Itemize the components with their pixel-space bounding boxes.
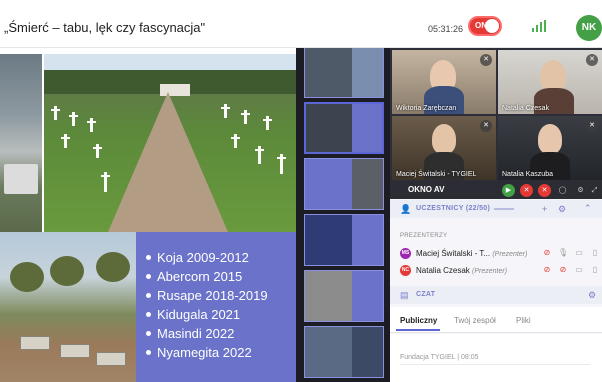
record-toggle[interactable]: ON: [468, 16, 502, 36]
list-item: Rusape 2018-2019: [146, 286, 296, 305]
slide-thumbnails: [296, 48, 390, 382]
collapse-icon[interactable]: ⌃: [584, 203, 592, 214]
tab-team[interactable]: Twój zespół: [454, 316, 496, 325]
session-timer: 05:31:26: [428, 24, 464, 34]
mic-muted-icon: ✕: [480, 54, 492, 66]
av-window-label: OKNO AV: [408, 185, 445, 194]
presenter-row[interactable]: MS Maciej Świtalski - T... (Prezenter) ⊘…: [398, 247, 602, 261]
participants-progress-bar: [494, 208, 514, 210]
user-avatar[interactable]: NK: [576, 15, 602, 41]
video-icon[interactable]: ▭: [574, 265, 584, 275]
video-tile[interactable]: ✕ Maciej Świtalski - TYGIEL: [392, 116, 496, 180]
chat-label: CZAT: [416, 291, 436, 298]
presenter-avatar: MS: [400, 248, 411, 259]
settings-icon[interactable]: ⚙: [574, 184, 587, 197]
slide-photo-graves: [0, 232, 136, 382]
chat-icon: ▤: [400, 290, 409, 300]
connection-signal-icon: [532, 20, 546, 32]
presenter-row[interactable]: NC Natalia Czesak (Prezenter) ⊘ ⊘ ▭ ▯: [398, 264, 602, 278]
add-user-icon[interactable]: +: [542, 204, 547, 214]
video-tile[interactable]: ✕ Natalia Kaszuba: [498, 116, 602, 180]
participants-header[interactable]: 👤 UCZESTNICY (22/50) + ⚙ ⌃: [390, 200, 602, 218]
chat-message-meta: Fundacja TYGIEL | 08:05: [400, 354, 479, 361]
mic-off-icon[interactable]: ⊘: [558, 265, 568, 275]
slide-photo-cemetery: [44, 54, 296, 232]
presentation-slide: Koja 2009-2012 Abercorn 2015 Rusape 2018…: [0, 48, 296, 382]
mic-icon[interactable]: 🎙: [558, 248, 568, 258]
list-item: Abercorn 2015: [146, 267, 296, 286]
slide-thumbnail[interactable]: [304, 158, 384, 210]
mic-muted-icon: ✕: [480, 120, 492, 132]
video-tile-name: Natalia Kaszuba: [502, 171, 553, 178]
mic-off-icon[interactable]: ✕: [520, 184, 533, 197]
active-tab-indicator: [396, 329, 440, 331]
presenters-label: PREZENTERZY: [400, 233, 448, 239]
list-item: Nyamegita 2022: [146, 343, 296, 362]
slide-thumbnail[interactable]: [304, 214, 384, 266]
video-tile-name: Natalia Czesak: [502, 105, 550, 112]
divider: [400, 364, 590, 365]
chat-bubble-icon[interactable]: ◯: [556, 184, 569, 197]
slide-thumbnail[interactable]: [304, 270, 384, 322]
webinar-app: „Śmierć – tabu, lęk czy fascynacja" 05:3…: [0, 0, 602, 382]
presenter-name: Natalia Czesak (Prezenter): [416, 266, 508, 275]
slide-thumbnail[interactable]: [304, 48, 384, 98]
mic-muted-icon: ✕: [586, 120, 598, 132]
camera-icon[interactable]: ▶: [502, 184, 515, 197]
settings-icon[interactable]: ⚙: [588, 290, 596, 301]
tab-files[interactable]: Pliki: [516, 316, 531, 325]
video-icon[interactable]: ▭: [574, 248, 584, 258]
video-tile-name: Wiktoria Zarębczan: [396, 105, 457, 112]
av-window-bar: OKNO AV ▶ ✕ ✕ ◯ ⚙ ⤢: [390, 181, 602, 199]
expand-icon[interactable]: ⤢: [588, 184, 601, 197]
camera-off-icon[interactable]: ⊘: [542, 248, 552, 258]
presenter-name: Maciej Świtalski - T... (Prezenter): [416, 249, 528, 258]
participants-label: UCZESTNICY (22/50): [416, 205, 491, 212]
presenter-avatar: NC: [400, 265, 411, 276]
tab-public[interactable]: Publiczny: [400, 316, 437, 325]
list-item: Masindi 2022: [146, 324, 296, 343]
webinar-title: „Śmierć – tabu, lęk czy fascynacja": [4, 20, 206, 35]
chat-messages: Fundacja TYGIEL | 08:05: [390, 334, 602, 382]
list-item: Kidugala 2021: [146, 305, 296, 324]
top-bar: „Śmierć – tabu, lęk czy fascynacja" 05:3…: [0, 0, 602, 48]
camera-off-icon[interactable]: ⊘: [542, 265, 552, 275]
screen-icon[interactable]: ▯: [590, 265, 600, 275]
video-tile[interactable]: ✕ Wiktoria Zarębczan: [392, 50, 496, 114]
slide-thumbnail-active[interactable]: [304, 102, 384, 154]
record-toggle-knob: [485, 19, 499, 33]
screen-icon[interactable]: ▯: [590, 248, 600, 258]
camera-off-icon[interactable]: ✕: [538, 184, 551, 197]
video-grid: ✕ Wiktoria Zarębczan ✕ Natalia Czesak ✕ …: [390, 48, 602, 181]
side-panel: ✕ Wiktoria Zarębczan ✕ Natalia Czesak ✕ …: [390, 48, 602, 382]
list-item: Koja 2009-2012: [146, 248, 296, 267]
chat-header[interactable]: ▤ CZAT ⚙: [390, 286, 602, 304]
video-tile-name: Maciej Świtalski - TYGIEL: [396, 171, 477, 178]
slide-places-list: Koja 2009-2012 Abercorn 2015 Rusape 2018…: [136, 232, 296, 382]
slide-thumbnail[interactable]: [304, 326, 384, 378]
mic-muted-icon: ✕: [586, 54, 598, 66]
participants-icon: 👤: [400, 204, 412, 214]
slide-photo-left: [0, 54, 42, 232]
video-tile[interactable]: ✕ Natalia Czesak: [498, 50, 602, 114]
settings-icon[interactable]: ⚙: [558, 204, 566, 215]
chat-tabs: Publiczny Twój zespół Pliki: [390, 307, 602, 333]
